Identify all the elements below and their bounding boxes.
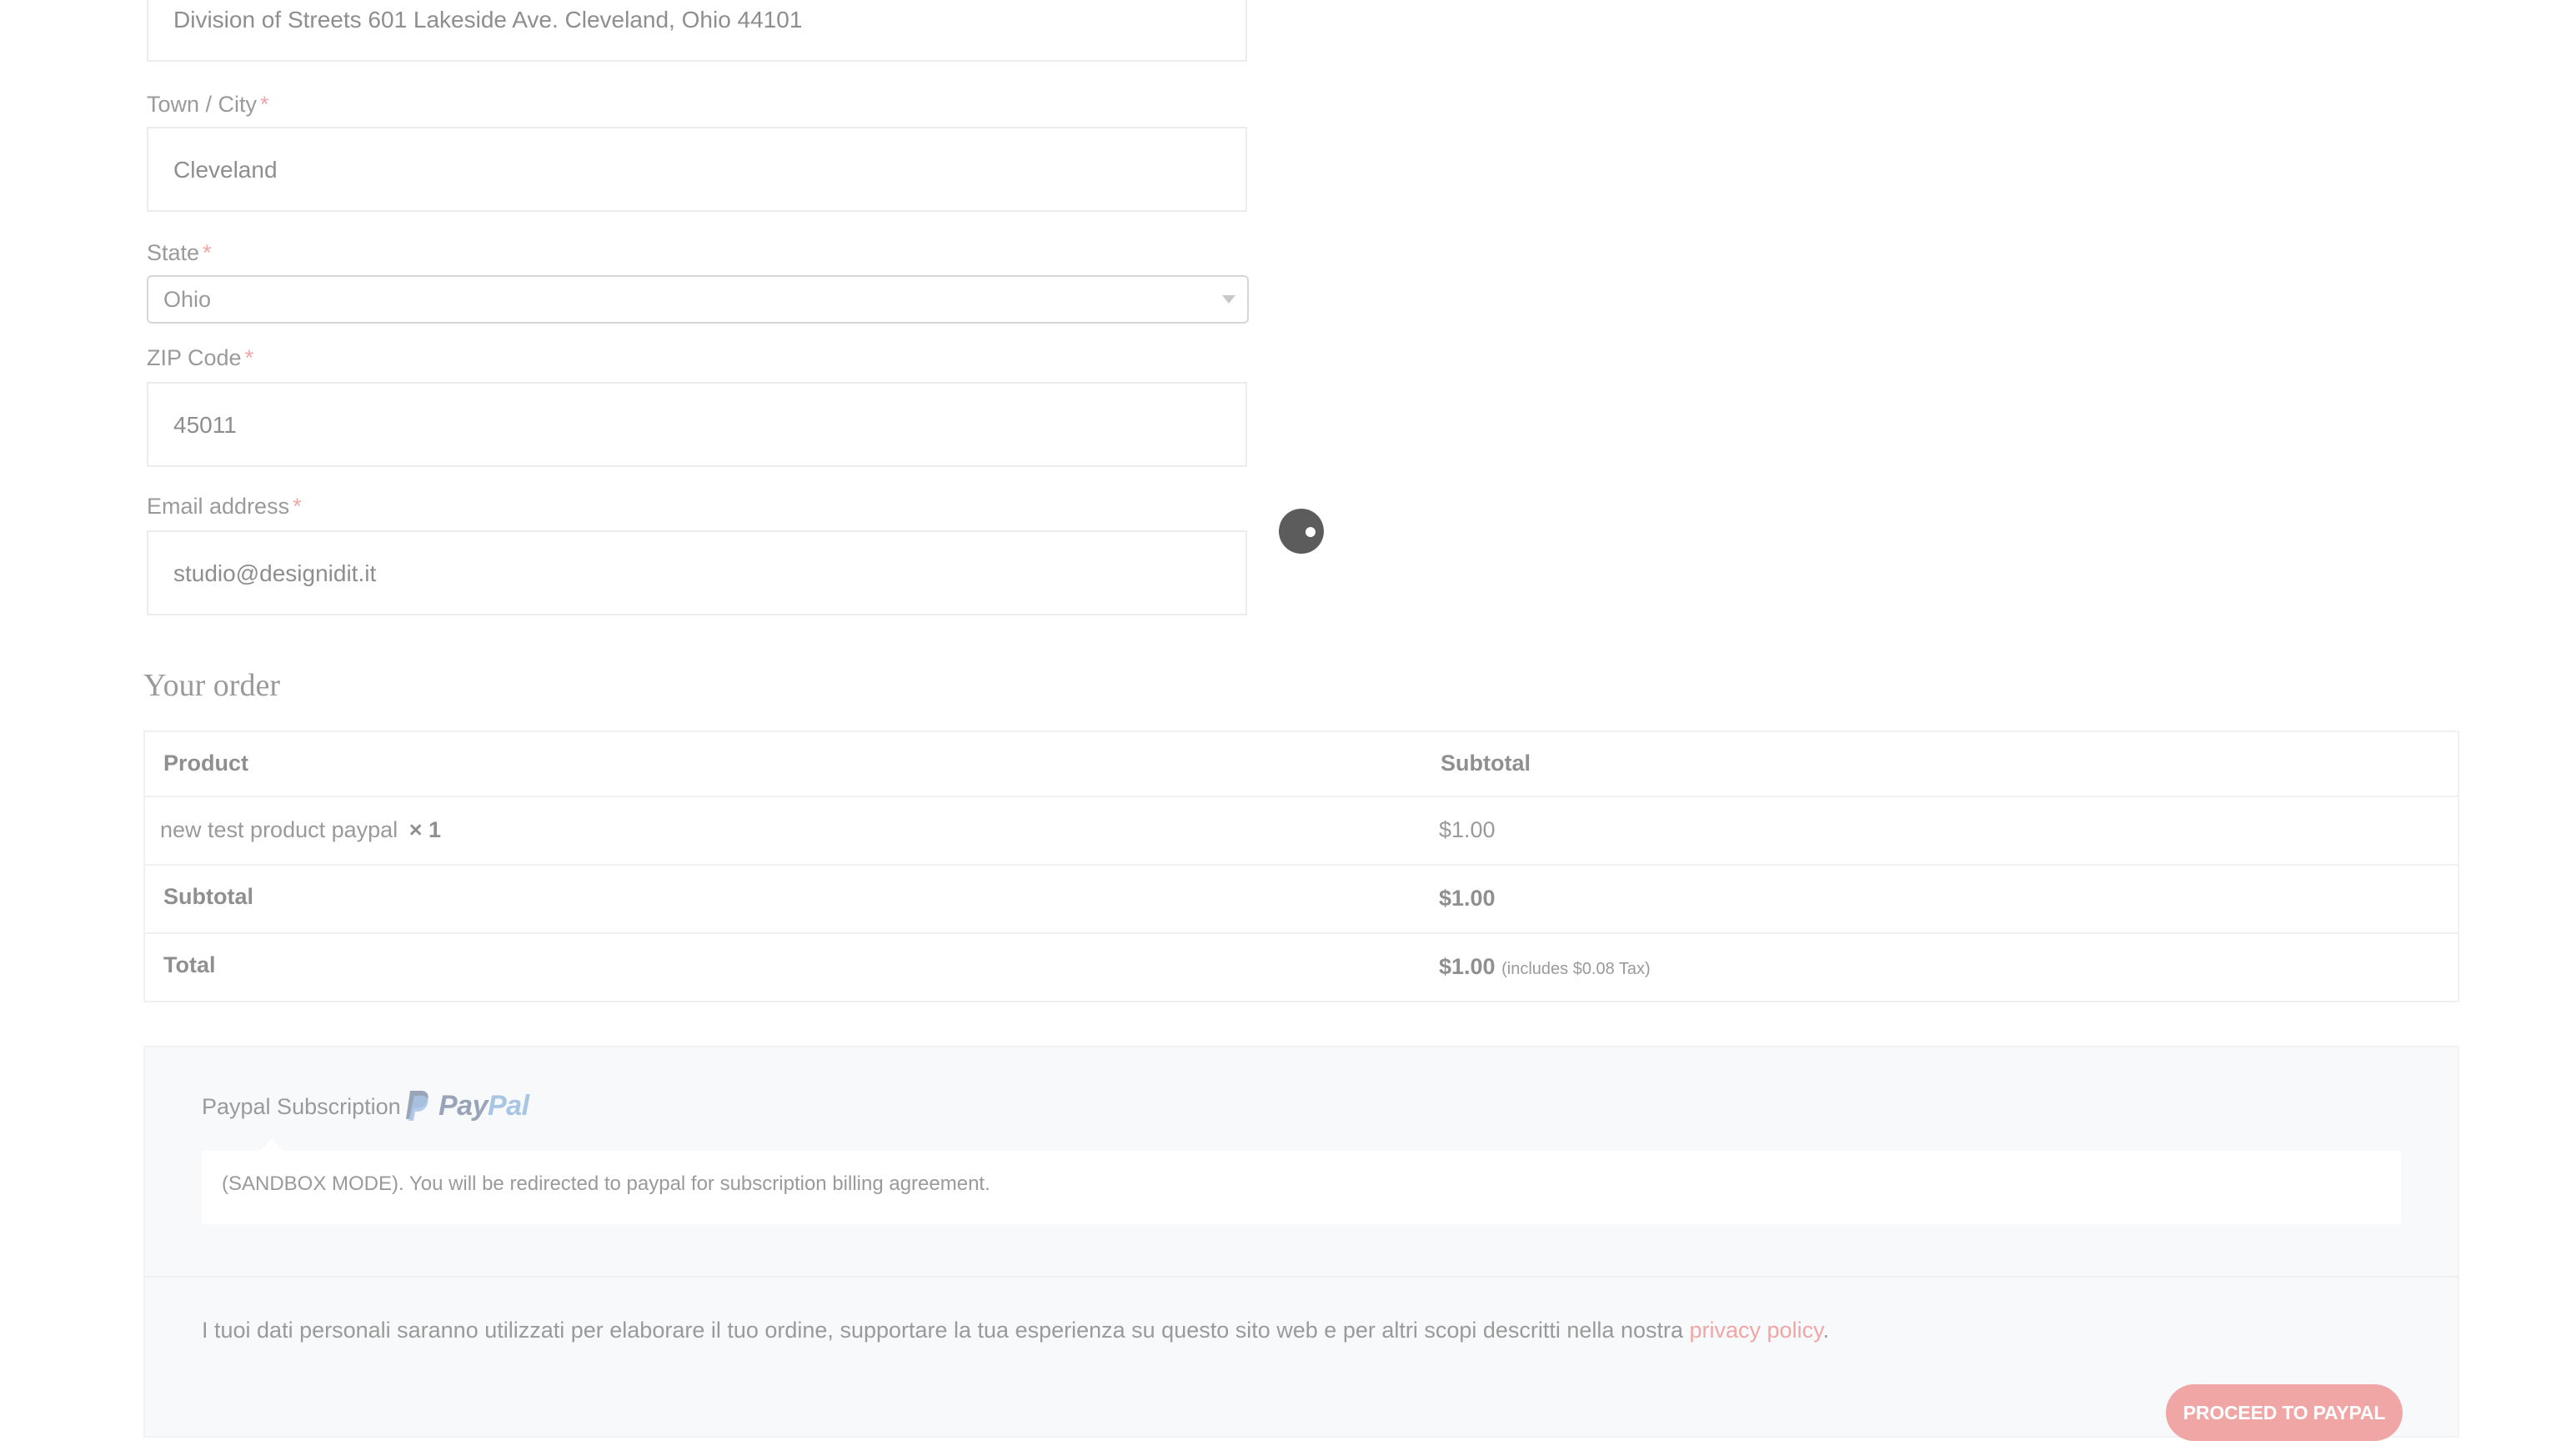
paypal-wordmark: PayPal <box>439 1090 529 1122</box>
town-city-field[interactable]: Cleveland <box>147 127 1247 212</box>
subtotal-value: $1.00 <box>1439 886 1496 911</box>
payment-section: Paypal Subscription PayPal (SANDBOX MODE… <box>143 1046 2459 1441</box>
order-item-price: $1.00 <box>1439 817 1496 842</box>
payment-description: (SANDBOX MODE). You will be redirected t… <box>222 1172 990 1195</box>
subtotal-label: Subtotal <box>163 884 253 909</box>
order-item-name: new test product paypal × 1 <box>160 817 441 843</box>
privacy-end: . <box>1822 1318 1830 1343</box>
product-quantity: × 1 <box>408 817 441 842</box>
state-label: State * <box>147 240 212 266</box>
street-address-value: Division of Streets 601 Lakeside Ave. Cl… <box>173 7 803 33</box>
order-heading: Your order <box>143 668 280 703</box>
required-mark: * <box>293 494 302 519</box>
town-city-value: Cleveland <box>173 157 278 183</box>
required-mark: * <box>244 345 254 370</box>
row-divider <box>145 932 2458 934</box>
row-divider <box>145 796 2458 797</box>
total-value: $1.00 (includes $0.08 Tax) <box>1439 954 1651 980</box>
order-table: Product Subtotal new test product paypal… <box>143 731 2459 1002</box>
street-address-field[interactable]: Division of Streets 601 Lakeside Ave. Cl… <box>147 0 1247 62</box>
column-header-product: Product <box>163 751 249 776</box>
paypal-word-pal: Pal <box>488 1089 529 1122</box>
required-mark: * <box>260 92 269 117</box>
privacy-notice: I tuoi dati personali saranno utilizzati… <box>202 1318 1829 1343</box>
chevron-down-icon <box>1222 295 1235 304</box>
total-amount: $1.00 <box>1439 954 1496 979</box>
email-value: studio@designidit.it <box>173 560 377 586</box>
loading-spinner-dot <box>1306 527 1316 537</box>
row-divider <box>145 864 2458 866</box>
town-city-label-text: Town / City <box>147 92 258 117</box>
email-label-text: Email address <box>147 494 290 519</box>
column-header-subtotal: Subtotal <box>1441 751 1531 776</box>
state-label-text: State <box>147 240 200 265</box>
tax-note: (includes $0.08 Tax) <box>1501 960 1651 978</box>
email-label: Email address * <box>147 494 302 520</box>
description-pointer <box>260 1139 283 1151</box>
required-mark: * <box>203 240 212 265</box>
payment-method-label[interactable]: Paypal Subscription <box>202 1094 401 1120</box>
loading-spinner-icon <box>1279 509 1324 554</box>
payment-divider <box>145 1276 2458 1278</box>
zip-code-value: 45011 <box>173 412 237 438</box>
privacy-text: I tuoi dati personali saranno utilizzati… <box>202 1318 1683 1343</box>
product-name: new test product paypal <box>160 817 398 842</box>
payment-description-box: (SANDBOX MODE). You will be redirected t… <box>202 1139 2401 1224</box>
paypal-logo: PayPal <box>405 1087 529 1124</box>
town-city-label: Town / City * <box>147 92 269 118</box>
state-select-value: Ohio <box>163 287 212 312</box>
zip-code-label: ZIP Code * <box>147 345 253 371</box>
zip-code-field[interactable]: 45011 <box>147 382 1247 467</box>
paypal-p-icon <box>406 1091 428 1121</box>
total-label: Total <box>163 952 216 977</box>
email-field[interactable]: studio@designidit.it <box>147 530 1247 615</box>
zip-code-label-text: ZIP Code <box>147 345 242 370</box>
proceed-to-paypal-button[interactable]: PROCEED TO PAYPAL <box>2166 1384 2403 1441</box>
paypal-word-pay: Pay <box>439 1089 489 1122</box>
state-select[interactable]: Ohio <box>147 275 1249 324</box>
privacy-policy-link[interactable]: privacy policy <box>1690 1318 1823 1343</box>
